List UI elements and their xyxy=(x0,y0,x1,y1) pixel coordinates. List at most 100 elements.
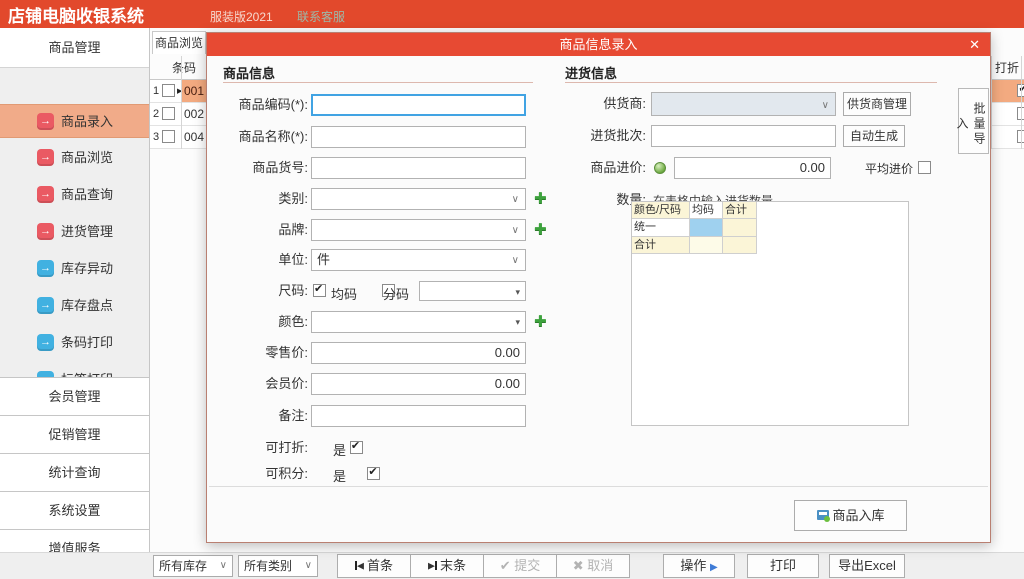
section-underline xyxy=(565,82,937,83)
qty-cell-selected[interactable] xyxy=(690,219,723,237)
size-label: 尺码: xyxy=(211,280,308,302)
note-input[interactable] xyxy=(311,405,526,427)
print-button[interactable]: 打印 xyxy=(747,554,819,578)
dialog-titlebar: 商品信息录入 ✕ xyxy=(207,33,990,56)
sidebar-item-product-entry[interactable]: → 商品录入 xyxy=(0,104,149,138)
batch-input[interactable] xyxy=(651,125,836,147)
submit-button[interactable]: ✔ 提交 xyxy=(483,554,557,578)
avg-price-label: 平均进价 xyxy=(865,160,913,177)
points-yes-label: 是 xyxy=(333,466,346,485)
batch-label: 进货批次: xyxy=(549,125,646,147)
add-brand-icon[interactable]: ✚ xyxy=(534,220,547,240)
sidebar-item-product-query[interactable]: → 商品查询 xyxy=(0,178,149,212)
art-number-label: 商品货号: xyxy=(211,157,308,179)
close-icon[interactable]: ✕ xyxy=(969,33,980,56)
sidebar-section-product-mgmt[interactable]: 商品管理 xyxy=(0,28,149,68)
arrow-icon: → xyxy=(37,334,54,351)
arrow-icon: → xyxy=(37,223,54,240)
price-status-icon xyxy=(654,162,666,174)
chevron-down-icon: ∨ xyxy=(512,221,519,241)
cancel-button[interactable]: ✖ 取消 xyxy=(556,554,630,578)
chevron-down-icon: ∨ xyxy=(305,556,312,576)
dialog-divider xyxy=(209,486,988,487)
points-checkbox[interactable]: ✔ xyxy=(367,467,380,480)
contact-support-link[interactable]: 联系客服 xyxy=(297,8,345,25)
export-excel-button[interactable]: 导出Excel xyxy=(829,554,905,578)
app-header: 店铺电脑收银系统 服装版2021 联系客服 xyxy=(0,0,1024,28)
code-label: 商品编码(*): xyxy=(211,94,308,116)
retail-price-input[interactable]: 0.00 xyxy=(311,342,526,364)
discountable-checkbox[interactable]: ✔ xyxy=(350,441,363,454)
row-select-checkbox[interactable] xyxy=(162,130,175,143)
sidebar-item-barcode-print[interactable]: → 条码打印 xyxy=(0,326,149,360)
caret-down-icon: ▾ xyxy=(515,282,520,302)
row-select-checkbox[interactable] xyxy=(162,84,175,97)
purchase-price-label: 商品进价: xyxy=(549,157,646,179)
cross-icon: ✖ xyxy=(573,558,584,573)
arrow-icon: → xyxy=(37,297,54,314)
member-price-input[interactable]: 0.00 xyxy=(311,373,526,395)
sidebar-section-promo-mgmt[interactable]: 促销管理 xyxy=(0,415,149,453)
arrow-icon: → xyxy=(37,149,54,166)
supplier-label: 供货商: xyxy=(549,93,646,115)
row-select-checkbox[interactable] xyxy=(162,107,175,120)
category-select[interactable]: ∨ xyxy=(311,188,526,210)
size-one-label: 均码 xyxy=(331,284,357,303)
sidebar-item-stock-change[interactable]: → 库存异动 xyxy=(0,252,149,286)
barcode-cell: 004 xyxy=(184,126,204,148)
section-product-info: 商品信息 xyxy=(223,63,275,82)
brand-select[interactable]: ∨ xyxy=(311,219,526,241)
qty-row-uniform-label: 统一 xyxy=(632,219,690,237)
first-record-icon: ◀ xyxy=(355,554,364,577)
operate-button[interactable]: 操作 ▶ xyxy=(663,554,735,578)
chevron-down-icon: ∨ xyxy=(512,190,519,210)
color-select[interactable]: ▾ xyxy=(311,311,526,333)
first-record-button[interactable]: ◀首条 xyxy=(337,554,411,578)
size-split-label: 分码 xyxy=(383,284,409,303)
section-underline xyxy=(223,82,533,83)
sidebar: 商品管理 → 商品录入 → 商品浏览 → 商品查询 → 进货管理 → 库存异动 … xyxy=(0,28,150,579)
stock-in-button[interactable]: 商品入库 xyxy=(794,500,907,531)
tab-product-browse[interactable]: 商品浏览 xyxy=(152,31,206,54)
app-window: 店铺电脑收银系统 服装版2021 联系客服 商品浏览 条码 打折 1 ▶ 001… xyxy=(0,0,1024,579)
batch-import-button[interactable]: 批量导入 xyxy=(958,88,989,154)
supplier-select[interactable]: ∨ xyxy=(651,92,836,116)
stock-filter-select[interactable]: 所有库存 ∨ xyxy=(153,555,233,577)
column-header-barcode: 条码 xyxy=(172,59,196,76)
column-header-discount: 打折 xyxy=(995,59,1019,76)
qty-cell-col-total xyxy=(690,237,723,254)
sidebar-item-purchase-mgmt[interactable]: → 进货管理 xyxy=(0,215,149,249)
unit-select[interactable]: 件 ∨ xyxy=(311,249,526,271)
category-filter-select[interactable]: 所有类别 ∨ xyxy=(238,555,318,577)
qty-header-one-size: 均码 xyxy=(690,202,723,219)
last-record-icon: ▶ xyxy=(428,554,437,577)
sidebar-section-system-settings[interactable]: 系统设置 xyxy=(0,491,149,529)
last-record-button[interactable]: ▶末条 xyxy=(410,554,484,578)
name-input[interactable] xyxy=(311,126,526,148)
product-entry-dialog: 商品信息录入 ✕ 商品信息 进货信息 商品编码(*): 商品名称(*): 商品货… xyxy=(206,32,991,543)
discountable-label: 可打折: xyxy=(211,437,308,459)
sidebar-item-stock-check[interactable]: → 库存盘点 xyxy=(0,289,149,323)
sidebar-section-stats-query[interactable]: 统计查询 xyxy=(0,453,149,491)
qty-header-total: 合计 xyxy=(723,202,757,219)
add-color-icon[interactable]: ✚ xyxy=(534,312,547,332)
play-icon: ▶ xyxy=(710,562,718,573)
avg-price-checkbox[interactable] xyxy=(918,161,931,174)
discountable-yes-label: 是 xyxy=(333,440,346,459)
auto-generate-button[interactable]: 自动生成 xyxy=(843,125,905,147)
qty-cell-row-total xyxy=(723,219,757,237)
add-category-icon[interactable]: ✚ xyxy=(534,189,547,209)
sidebar-item-product-browse[interactable]: → 商品浏览 xyxy=(0,141,149,175)
supplier-manage-button[interactable]: 供货商管理 xyxy=(843,92,911,116)
qty-header-color-size: 颜色/尺码 xyxy=(632,202,690,219)
code-input[interactable] xyxy=(311,94,526,116)
grid-line xyxy=(1021,56,1022,149)
purchase-price-input[interactable]: 0.00 xyxy=(674,157,831,179)
size-one-checkbox[interactable]: ✔ xyxy=(313,284,326,297)
grid-line xyxy=(181,56,182,149)
sidebar-section-member-mgmt[interactable]: 会员管理 xyxy=(0,377,149,415)
retail-price-label: 零售价: xyxy=(211,342,308,364)
size-select[interactable]: ▾ xyxy=(419,281,526,301)
art-number-input[interactable] xyxy=(311,157,526,179)
app-edition: 服装版2021 xyxy=(210,8,273,25)
